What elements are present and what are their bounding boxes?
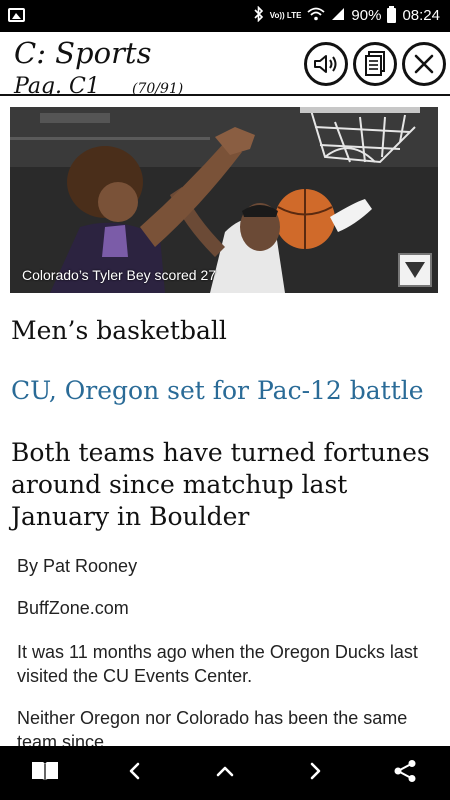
bluetooth-icon: [254, 5, 264, 25]
page-label: Pag. C1: [14, 74, 100, 96]
status-bar: Vo)) LTE 90% 08:24: [0, 0, 450, 32]
share-button[interactable]: [380, 746, 430, 800]
text-view-button[interactable]: [353, 42, 397, 86]
volte-indicator: Vo)) LTE: [269, 10, 302, 20]
chevron-right-icon: [308, 762, 322, 785]
section-title: C: Sports: [14, 36, 152, 70]
clock: 08:24: [402, 7, 440, 24]
battery-icon: [387, 6, 397, 23]
next-page-button[interactable]: [290, 746, 340, 800]
close-icon: [413, 53, 435, 75]
read-aloud-button[interactable]: [304, 42, 348, 86]
previous-page-button[interactable]: [110, 746, 160, 800]
gallery-notification-icon: [8, 8, 25, 22]
basketball-photo-illustration: [10, 107, 438, 293]
bottom-navigation-bar: [0, 746, 450, 800]
page-count: (70/91): [132, 81, 184, 96]
page-overview-button[interactable]: [200, 746, 250, 800]
wifi-icon: [307, 7, 326, 25]
chevron-left-icon: [128, 762, 142, 785]
open-book-icon: [30, 759, 60, 788]
document-icon: [364, 51, 386, 77]
article-photo[interactable]: Colorado’s Tyler Bey scored 27: [10, 107, 438, 293]
article-kicker: Men’s basketball: [11, 316, 227, 345]
speaker-icon: [313, 53, 339, 75]
article-byline: By Pat Rooney: [17, 556, 138, 576]
article-source: BuffZone.com: [17, 598, 129, 618]
article-deck: Both teams have turned fortunes around s…: [11, 438, 430, 531]
library-button[interactable]: [20, 746, 70, 800]
article-headline: CU, Oregon set for Pac-12 battle: [11, 376, 424, 405]
photo-caption: Colorado’s Tyler Bey scored 27: [22, 267, 217, 283]
battery-percentage: 90%: [351, 7, 382, 24]
close-button[interactable]: [402, 42, 446, 86]
share-icon: [393, 759, 417, 788]
signal-icon: [331, 7, 345, 25]
chevron-up-icon: [216, 764, 234, 783]
expand-caption-button[interactable]: [398, 253, 432, 287]
triangle-down-icon: [405, 262, 425, 278]
page-header: C: Sports Pag. C1 (70/91): [0, 32, 450, 96]
article-paragraph: It was 11 months ago when the Oregon Duc…: [17, 642, 418, 686]
